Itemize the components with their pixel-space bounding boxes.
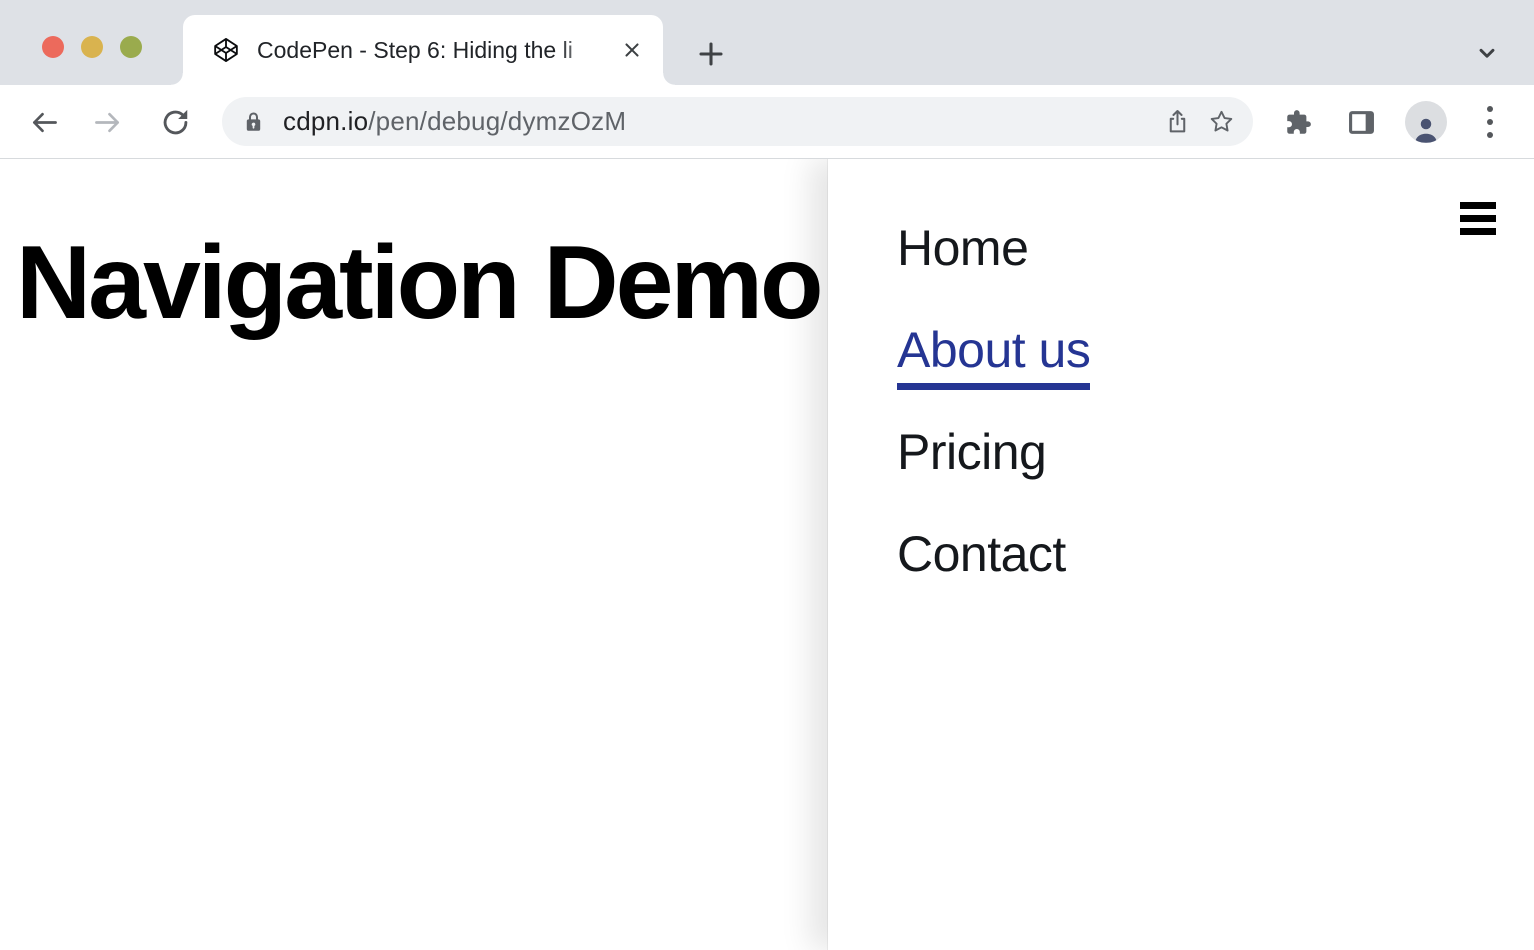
url-domain: cdpn.io [283, 106, 368, 136]
tab-title: CodePen - Step 6: Hiding the li [257, 37, 573, 63]
back-button[interactable] [22, 100, 66, 144]
drawer-nav: Home About us Pricing Contact [828, 159, 1534, 596]
window-controls [42, 36, 142, 58]
tab-search-chevron-icon[interactable] [1472, 38, 1502, 68]
extensions-puzzle-icon[interactable] [1276, 100, 1320, 144]
lock-icon[interactable] [242, 108, 265, 135]
tab-strip: CodePen - Step 6: Hiding the li [0, 0, 1534, 85]
profile-avatar[interactable] [1404, 100, 1448, 144]
nav-drawer: Home About us Pricing Contact [828, 159, 1534, 950]
nav-link-home[interactable]: Home [897, 219, 1028, 277]
new-tab-button[interactable] [693, 36, 729, 72]
avatar-circle [1405, 101, 1447, 143]
three-dot-menu-icon[interactable] [1468, 100, 1512, 144]
reload-button[interactable] [153, 100, 197, 144]
forward-button[interactable] [85, 100, 129, 144]
bookmark-star-icon[interactable] [1199, 100, 1243, 144]
side-panel-icon[interactable] [1339, 100, 1383, 144]
hamburger-menu-icon[interactable] [1460, 202, 1496, 235]
nav-item: Contact [897, 525, 1534, 596]
page-title: Navigation Demo [16, 231, 820, 335]
url-bar[interactable]: cdpn.io/pen/debug/dymzOzM [222, 97, 1253, 146]
nav-link-contact[interactable]: Contact [897, 525, 1066, 583]
codepen-favicon-icon [213, 37, 239, 63]
nav-link-pricing[interactable]: Pricing [897, 423, 1046, 481]
zoom-window-button[interactable] [120, 36, 142, 58]
url-text: cdpn.io/pen/debug/dymzOzM [283, 106, 626, 137]
browser-toolbar: cdpn.io/pen/debug/dymzOzM [0, 85, 1534, 159]
browser-window: CodePen - Step 6: Hiding the li [0, 0, 1534, 950]
nav-item: Home [897, 219, 1534, 290]
tab-title-wrap: CodePen - Step 6: Hiding the li [257, 34, 615, 66]
minimize-window-button[interactable] [81, 36, 103, 58]
close-window-button[interactable] [42, 36, 64, 58]
nav-item: Pricing [897, 423, 1534, 494]
tab-close-icon[interactable] [615, 33, 649, 67]
browser-tab[interactable]: CodePen - Step 6: Hiding the li [183, 15, 663, 85]
share-icon[interactable] [1155, 100, 1199, 144]
nav-link-about-us[interactable]: About us [897, 321, 1090, 390]
page-content: Navigation Demo Home About us Pricing Co… [0, 159, 1534, 950]
url-path: /pen/debug/dymzOzM [368, 106, 626, 136]
nav-item: About us [897, 321, 1534, 392]
